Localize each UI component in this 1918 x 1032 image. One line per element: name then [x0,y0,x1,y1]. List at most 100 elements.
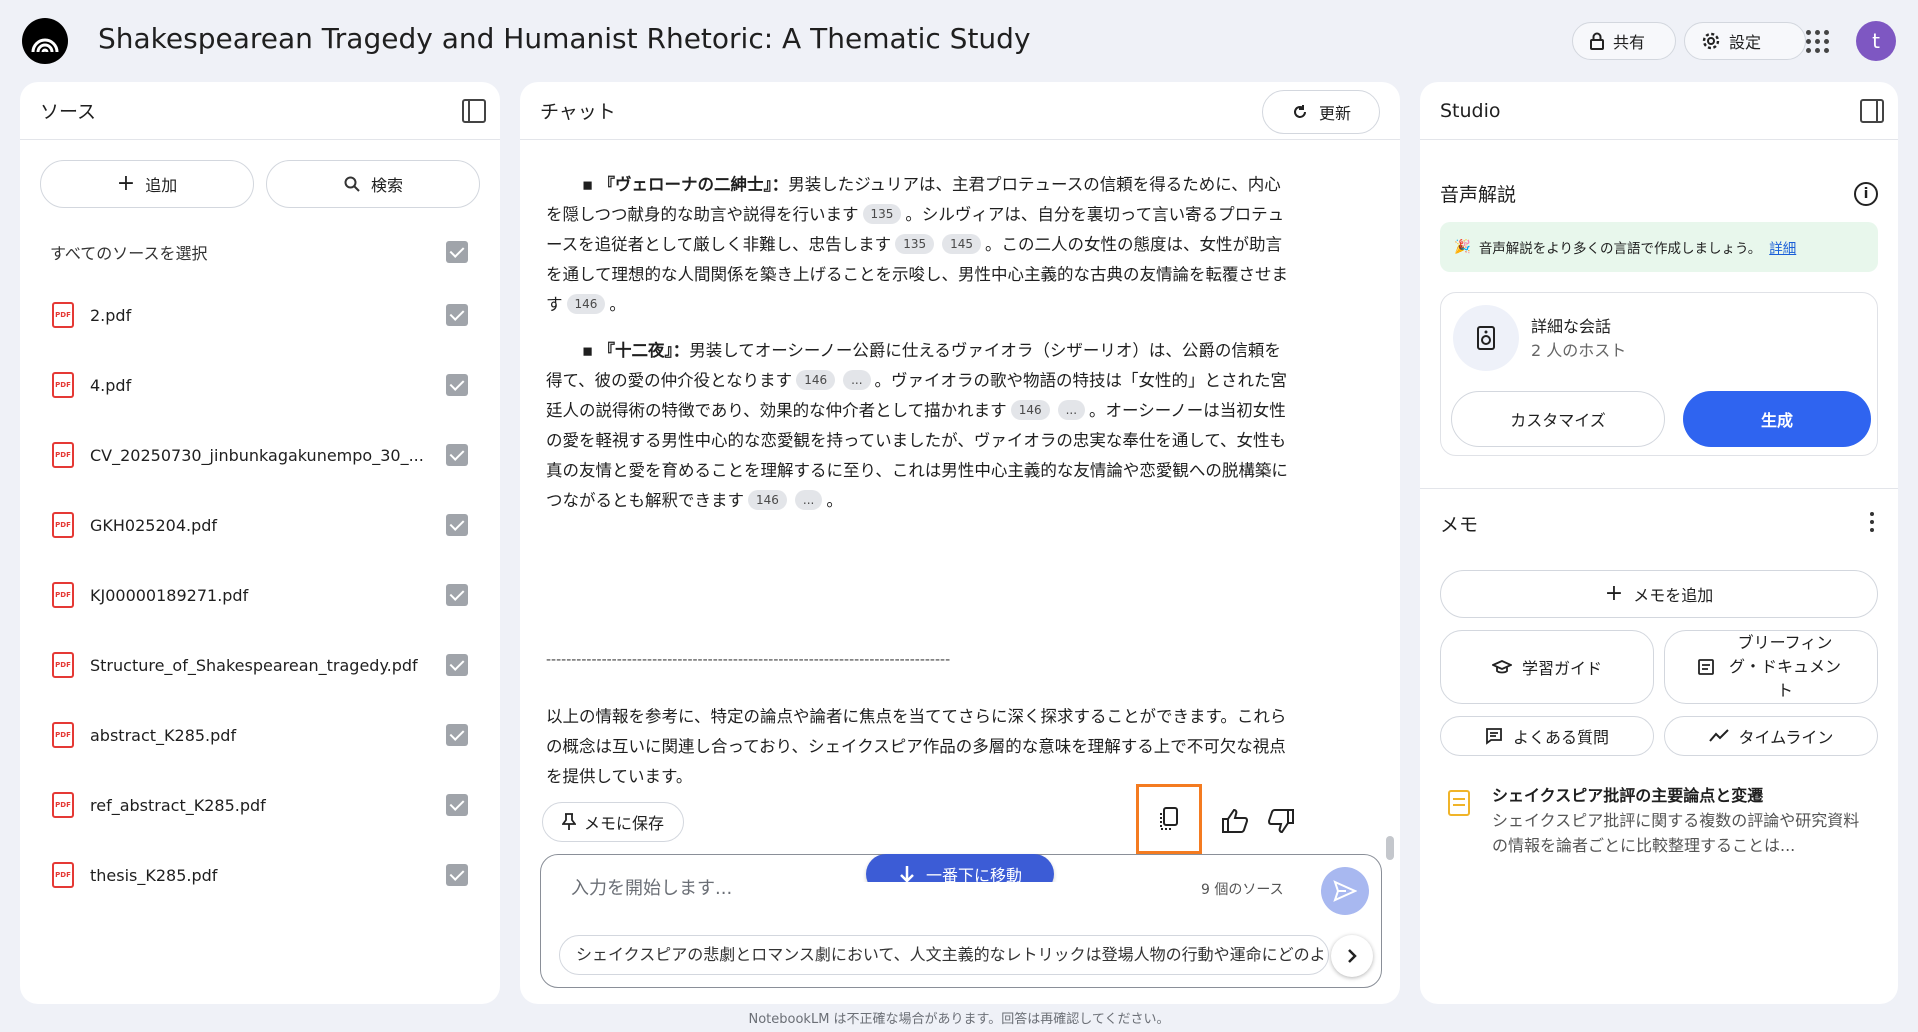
banner-detail-link[interactable]: 詳細 [1769,237,1796,257]
copy-button[interactable] [1136,784,1202,854]
settings-label: 設定 [1729,33,1762,52]
chat-title: チャット [540,101,616,123]
citation-chip[interactable]: 146 [796,370,836,390]
avatar[interactable]: t [1856,21,1896,61]
sources-panel: ソース + 追加 検索 すべてのソースを選択 PDF 2.pdf PDF 4.pdf P… [20,82,500,1004]
thumbs-up-icon[interactable] [1220,806,1250,836]
source-checkbox[interactable] [446,724,468,746]
chat-bullet-twelfth-night: ▪ 『十二夜』：男装してオーシーノー公爵に仕えるヴァイオラ（シザーリオ）は、公爵… [546,341,1288,510]
more-options-icon[interactable] [1870,512,1874,532]
source-list: PDF 2.pdf PDF 4.pdf PDF CV_20250730_jinbunkag… [20,280,500,910]
source-item[interactable]: PDF GKH025204.pdf [20,490,500,560]
briefing-doc-button[interactable]: ブリーフィング・ドキュメント [1664,630,1878,704]
chat-scrollbar[interactable] [1386,836,1394,860]
notebooklm-logo-icon[interactable] [22,18,68,64]
citation-chip[interactable]: 146 [1010,400,1050,420]
save-to-memo-button[interactable]: メモに保存 [542,802,684,842]
source-checkbox[interactable] [446,584,468,606]
info-icon[interactable]: i [1854,182,1878,206]
chat-header: チャット 更新 [520,82,1400,140]
plus-icon: + [1604,581,1624,606]
sources-header: ソース [20,82,500,140]
pdf-icon: PDF [52,582,74,608]
add-source-label: 追加 [145,176,178,195]
source-checkbox[interactable] [446,514,468,536]
timeline-label: タイムライン [1738,728,1834,747]
apps-grid-icon[interactable] [1804,28,1829,53]
collapse-panel-icon[interactable] [1860,99,1884,123]
next-suggestion-button[interactable] [1331,935,1373,977]
citation-more-chip[interactable]: ... [843,370,871,390]
refresh-label: 更新 [1318,104,1351,123]
notebook-title[interactable]: Shakespearean Tragedy and Humanist Rheto… [98,22,1031,55]
source-item[interactable]: PDF KJ00000189271.pdf [20,560,500,630]
citation-chip[interactable]: 146 [566,294,606,314]
share-label: 共有 [1613,33,1646,52]
source-item[interactable]: PDF ref_abstract_K285.pdf [20,770,500,840]
disclaimer-footer: NotebookLM は不正確な場合があります。回答は再確認してください。 [748,1012,1170,1027]
source-checkbox[interactable] [446,304,468,326]
memo-item-description: シェイクスピア批評に関する複数の評論や研究資料の情報を論者ごとに比較整理すること… [1492,811,1860,855]
pdf-icon: PDF [52,442,74,468]
study-guide-label: 学習ガイド [1521,659,1602,678]
pdf-icon: PDF [52,372,74,398]
pdf-icon: PDF [52,652,74,678]
source-item[interactable]: PDF 2.pdf [20,280,500,350]
bullet-text: 。 [609,295,626,314]
faq-label: よくある質問 [1512,728,1609,747]
source-item[interactable]: PDF CV_20250730_jinbunkagakunempo_30_... [20,420,500,490]
generate-button[interactable]: 生成 [1683,391,1871,447]
faq-icon [1486,728,1502,745]
settings-button[interactable]: 設定 [1684,22,1806,60]
collapse-panel-icon[interactable] [462,99,486,123]
citation-chip[interactable]: 135 [895,234,935,254]
source-item[interactable]: PDF 4.pdf [20,350,500,420]
plus-icon: + [116,171,136,196]
scroll-to-bottom-button[interactable]: 一番下に移動 [866,854,1054,882]
source-checkbox[interactable] [446,864,468,886]
search-source-button[interactable]: 検索 [266,160,480,208]
briefing-doc-label: ブリーフィング・ドキュメント [1728,633,1841,700]
thumbs-down-icon[interactable] [1266,806,1296,836]
memo-item-title: シェイクスピア批評の主要論点と変遷 [1492,786,1764,805]
source-item[interactable]: PDF Structure_of_Shakespearean_tragedy.pd… [20,630,500,700]
source-item[interactable]: PDF abstract_K285.pdf [20,700,500,770]
gear-icon [1702,32,1720,50]
pdf-icon: PDF [52,722,74,748]
source-checkbox[interactable] [446,654,468,676]
audio-card-title: 詳細な会話 [1531,317,1612,336]
send-icon [1333,880,1357,902]
source-checkbox[interactable] [446,794,468,816]
pdf-icon: PDF [52,862,74,888]
citation-chip[interactable]: 145 [942,234,981,254]
section-divider [1420,488,1898,489]
source-checkbox[interactable] [446,374,468,396]
select-all-row[interactable]: すべてのソースを選択 [20,224,500,280]
faq-button[interactable]: よくある質問 [1440,716,1654,756]
send-button[interactable] [1321,867,1369,915]
share-button[interactable]: 共有 [1572,22,1676,60]
pdf-icon: PDF [52,302,74,328]
customize-button[interactable]: カスタマイズ [1451,391,1665,447]
citation-chip[interactable]: 146 [748,490,787,510]
language-banner: 🎉 音声解説をより多くの言語で作成しましょう。 詳細 [1440,222,1878,272]
pdf-icon: PDF [52,512,74,538]
source-checkbox[interactable] [446,444,468,466]
graduation-cap-icon [1491,660,1512,674]
source-item[interactable]: PDF thesis_K285.pdf [20,840,500,910]
pin-icon [561,813,576,830]
select-all-checkbox[interactable] [446,241,468,263]
audio-overview-title: 音声解説 [1440,184,1517,206]
refresh-button[interactable]: 更新 [1262,90,1380,134]
study-guide-button[interactable]: 学習ガイド [1440,630,1654,704]
app-header: Shakespearean Tragedy and Humanist Rheto… [0,0,1918,80]
add-memo-button[interactable]: + メモを追加 [1440,570,1878,618]
source-name: CV_20250730_jinbunkagakunempo_30_... [90,445,424,465]
citation-chip[interactable]: 135 [862,204,902,224]
add-source-button[interactable]: + 追加 [40,160,254,208]
suggested-question-chip[interactable]: シェイクスピアの悲劇とロマンス劇において、人文主義的なレトリックは登場人物の行動… [559,935,1329,975]
timeline-button[interactable]: タイムライン [1664,716,1878,756]
studio-panel: Studio 音声解説 i 🎉 音声解説をより多くの言語で作成しましょう。 詳細 … [1420,82,1898,1004]
citation-more-chip[interactable]: ... [794,490,823,510]
citation-more-chip[interactable]: ... [1057,400,1086,420]
